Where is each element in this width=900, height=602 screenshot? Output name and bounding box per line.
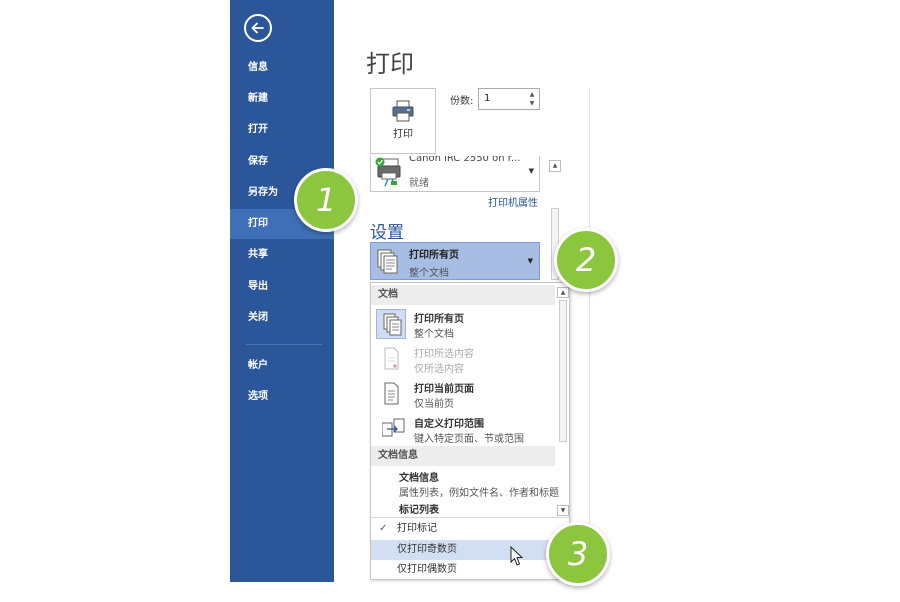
print-range-dropdown: 文档 打印所有页 整个文档 打印所选内容 仅所选内容 打印当前页面 仅当前页 自… bbox=[370, 282, 570, 580]
printer-ready-icon bbox=[375, 157, 401, 187]
scroll-up-icon[interactable]: ▲ bbox=[557, 287, 569, 298]
custom-range-icon bbox=[376, 414, 406, 444]
copies-value: 1 bbox=[484, 93, 491, 104]
all-pages-icon bbox=[376, 309, 406, 339]
option-label: 打印标记 bbox=[397, 523, 437, 534]
step-badge-3: 3 bbox=[546, 522, 610, 586]
option-title: 打印所选内容 bbox=[414, 349, 474, 360]
option-document-info[interactable]: 文档信息 bbox=[399, 469, 439, 484]
printer-properties-link[interactable]: 打印机属性 bbox=[488, 194, 538, 209]
option-title: 打印所有页 bbox=[414, 314, 464, 325]
mouse-cursor-icon bbox=[510, 546, 524, 566]
copies-label: 份数: bbox=[450, 96, 474, 107]
option-markup-list[interactable]: 标记列表 bbox=[399, 501, 439, 516]
chevron-down-icon[interactable]: ▼ bbox=[529, 167, 534, 175]
printer-icon bbox=[392, 100, 414, 122]
settings-heading: 设置 bbox=[370, 223, 404, 243]
print-button[interactable]: 打印 bbox=[370, 88, 436, 154]
sidebar-divider bbox=[246, 344, 322, 345]
print-button-label: 打印 bbox=[393, 129, 413, 140]
step-badge-1: 1 bbox=[294, 168, 358, 232]
sidebar-item-export[interactable]: 导出 bbox=[230, 272, 334, 302]
single-page-icon bbox=[376, 379, 406, 409]
range-select-subtitle: 整个文档 bbox=[409, 268, 449, 279]
sidebar-item-open[interactable]: 打开 bbox=[230, 115, 334, 145]
dropdown-scrollbar[interactable]: ▲ ▼ bbox=[557, 287, 569, 517]
option-title: 自定义打印范围 bbox=[414, 419, 484, 430]
backstage-sidebar: 信息 新建 打开 保存 另存为 打印 共享 导出 关闭 帐户 选项 bbox=[230, 0, 334, 582]
option-title: 打印当前页面 bbox=[414, 384, 474, 395]
selection-page-icon bbox=[376, 344, 406, 374]
option-subtitle: 仅所选内容 bbox=[414, 364, 464, 375]
option-print-markup[interactable]: ✓ 打印标记 bbox=[371, 519, 549, 539]
sidebar-item-share[interactable]: 共享 bbox=[230, 240, 334, 270]
option-print-selection[interactable]: 打印所选内容 仅所选内容 bbox=[371, 342, 555, 376]
chevron-down-icon[interactable]: ▼ bbox=[528, 257, 533, 265]
checkmark-icon: ✓ bbox=[379, 523, 388, 534]
print-range-select[interactable]: 打印所有页 整个文档 ▼ bbox=[370, 242, 540, 280]
option-label: 仅打印偶数页 bbox=[397, 564, 457, 575]
section-header-document-info: 文档信息 bbox=[371, 446, 555, 466]
stepper-down-icon[interactable]: ▼ bbox=[527, 99, 537, 108]
option-document-info-subtitle: 属性列表，例如文件名、作者和标题 bbox=[399, 488, 559, 499]
scrollbar-thumb[interactable] bbox=[559, 300, 567, 442]
sidebar-item-new[interactable]: 新建 bbox=[230, 84, 334, 114]
printer-name: Canon iRC 2550 on r... bbox=[409, 156, 521, 164]
option-subtitle: 整个文档 bbox=[414, 329, 454, 340]
all-pages-icon bbox=[377, 249, 398, 274]
option-print-all-pages[interactable]: 打印所有页 整个文档 bbox=[371, 307, 555, 341]
sidebar-item-info[interactable]: 信息 bbox=[230, 53, 334, 83]
back-arrow-icon[interactable] bbox=[244, 14, 272, 42]
panel-divider bbox=[589, 88, 590, 582]
sidebar-item-account[interactable]: 帐户 bbox=[230, 351, 334, 381]
option-subtitle: 键入特定页面、节或范围 bbox=[414, 434, 524, 445]
stepper-up-icon[interactable]: ▲ bbox=[527, 90, 537, 99]
printer-selector[interactable]: Canon iRC 2550 on r... 就绪 ▼ bbox=[370, 156, 540, 192]
dropdown-divider bbox=[371, 517, 569, 518]
option-subtitle: 仅当前页 bbox=[414, 399, 454, 410]
option-label: 仅打印奇数页 bbox=[397, 544, 457, 555]
option-print-current-page[interactable]: 打印当前页面 仅当前页 bbox=[371, 377, 555, 411]
sidebar-item-close[interactable]: 关闭 bbox=[230, 303, 334, 333]
copies-stepper[interactable]: 1 ▲ ▼ bbox=[478, 88, 540, 110]
page-title: 打印 bbox=[366, 50, 414, 78]
section-header-document: 文档 bbox=[371, 285, 555, 305]
step-badge-2: 2 bbox=[554, 228, 618, 292]
printer-status: 就绪 bbox=[409, 178, 429, 189]
scroll-down-icon[interactable]: ▼ bbox=[557, 505, 569, 516]
range-select-title: 打印所有页 bbox=[409, 250, 459, 261]
option-custom-range[interactable]: 自定义打印范围 键入特定页面、节或范围 bbox=[371, 412, 555, 446]
scroll-up-icon[interactable]: ▲ bbox=[549, 160, 561, 172]
sidebar-item-options[interactable]: 选项 bbox=[230, 382, 334, 412]
